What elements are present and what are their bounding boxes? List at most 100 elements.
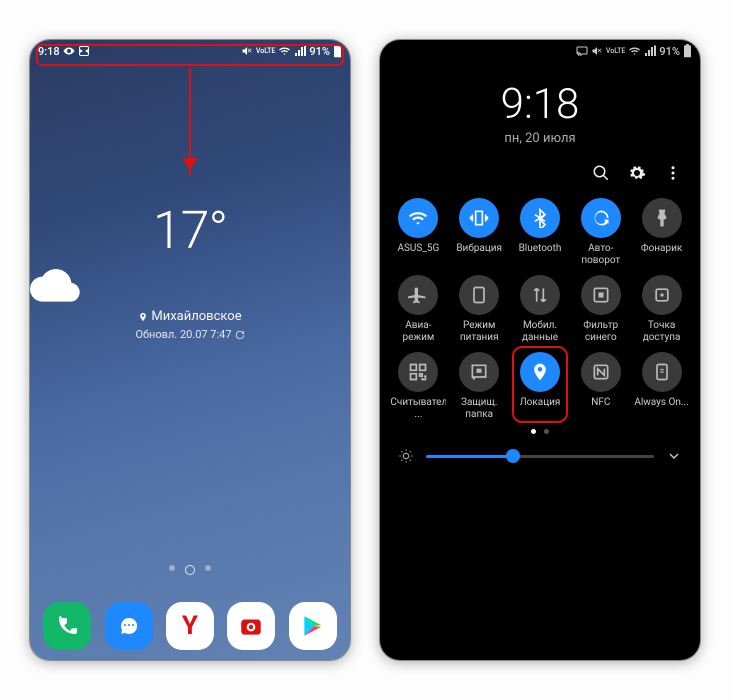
messages-app[interactable] xyxy=(105,602,153,650)
phone-home-screen: 9:18 VoLTE 91% 17° xyxy=(30,40,350,660)
brightness-row xyxy=(380,434,700,464)
status-bar[interactable]: 9:18 VoLTE 91% xyxy=(30,40,350,62)
qs-tile-label: Мобил. данные xyxy=(512,320,568,344)
qs-tile-data[interactable]: Мобил. данные xyxy=(512,275,569,344)
wifi-icon xyxy=(278,45,291,57)
qs-tile-airplane[interactable]: Авиа-режим xyxy=(390,275,447,344)
qs-tile-secure[interactable]: Защищ. папка xyxy=(451,352,508,421)
phone-app[interactable] xyxy=(43,602,91,650)
search-icon[interactable] xyxy=(592,164,610,182)
settings-icon[interactable] xyxy=(628,164,646,182)
qs-tile-label: Считыватель ... xyxy=(390,397,446,421)
wifi-icon xyxy=(628,45,641,57)
qs-tile-label: NFC xyxy=(573,397,629,421)
weather-updated: Обновл. 20.07 7:47 xyxy=(30,328,350,341)
signal-icon xyxy=(644,45,656,57)
qs-tile-label: Режим питания xyxy=(451,320,507,344)
brightness-slider[interactable] xyxy=(426,455,654,458)
location-pin-icon xyxy=(138,312,148,322)
qs-tile-label: Вибрация xyxy=(451,243,507,267)
weather-temperature: 17° xyxy=(30,200,350,261)
qs-tile-wifi[interactable]: ASUS_5G xyxy=(390,198,447,267)
signal-icon xyxy=(294,45,306,57)
qs-tile-bluelight[interactable]: Фильтр синего xyxy=(572,275,629,344)
wifi-icon xyxy=(398,198,438,238)
qs-tile-location[interactable]: Локация xyxy=(512,352,569,421)
qs-tile-label: Авиа-режим xyxy=(390,320,446,344)
qs-tile-label: ASUS_5G xyxy=(390,243,446,267)
cast-icon xyxy=(576,45,588,57)
phone-icon xyxy=(55,614,79,638)
secure-icon xyxy=(459,352,499,392)
refresh-icon xyxy=(235,330,245,340)
swipe-down-arrow-annotation xyxy=(189,68,191,176)
qs-tile-aod[interactable]: Always On... xyxy=(633,352,690,421)
qs-tile-label: Локация xyxy=(512,397,568,421)
battery-percent: 91% xyxy=(659,45,680,58)
vibration-icon xyxy=(459,198,499,238)
camera-icon xyxy=(238,613,264,639)
qs-tile-torch[interactable]: Фонарик xyxy=(633,198,690,267)
brightness-fill xyxy=(426,455,513,458)
data-icon xyxy=(520,275,560,315)
cloud-icon xyxy=(30,269,350,303)
qs-tiles-grid: ASUS_5GВибрацияBluetoothАвто-поворотФона… xyxy=(380,190,700,421)
play-store-icon xyxy=(300,613,326,639)
qs-tile-bluetooth[interactable]: Bluetooth xyxy=(512,198,569,267)
qs-tile-hotspot[interactable]: Точка доступа xyxy=(633,275,690,344)
battery-icon xyxy=(333,44,342,58)
mute-icon xyxy=(241,45,253,57)
qs-tile-power[interactable]: Режим питания xyxy=(451,275,508,344)
bluetooth-icon xyxy=(520,198,560,238)
battery-icon xyxy=(683,44,692,58)
qs-clock: 9:18 пн, 20 июля xyxy=(380,80,700,146)
qs-tile-vibration[interactable]: Вибрация xyxy=(451,198,508,267)
location-icon xyxy=(520,352,560,392)
yandex-logo: Y xyxy=(182,611,198,641)
home-indicator-icon xyxy=(185,565,195,575)
eye-icon xyxy=(63,45,75,57)
camera-app[interactable] xyxy=(227,602,275,650)
expand-icon[interactable] xyxy=(666,448,682,464)
phone-quick-settings: VoLTE 91% 9:18 пн, 20 июля ASUS_5GВибрац… xyxy=(380,40,700,660)
qs-tile-qr[interactable]: Считыватель ... xyxy=(390,352,447,421)
qs-tile-label: Авто-поворот xyxy=(573,243,629,267)
qs-tile-label: Точка доступа xyxy=(634,320,690,344)
yandex-app[interactable]: Y xyxy=(166,602,214,650)
qs-tile-label: Фильтр синего xyxy=(573,320,629,344)
brightness-icon xyxy=(398,448,414,464)
airplane-icon xyxy=(398,275,438,315)
status-bar[interactable]: VoLTE 91% xyxy=(380,40,700,62)
qs-tile-rotate[interactable]: Авто-поворот xyxy=(572,198,629,267)
weather-widget[interactable]: 17° Михайловское Обновл. 20.07 7:47 xyxy=(30,200,350,341)
qs-tile-label: Фонарик xyxy=(634,243,690,267)
battery-percent: 91% xyxy=(309,45,330,58)
qs-tile-label: Защищ. папка xyxy=(451,397,507,421)
bluelight-icon xyxy=(581,275,621,315)
qr-icon xyxy=(398,352,438,392)
torch-icon xyxy=(642,198,682,238)
volte-icon: VoLTE xyxy=(606,48,625,55)
hotspot-icon xyxy=(642,275,682,315)
qs-tile-label: Always On... xyxy=(634,397,690,421)
qs-tile-nfc[interactable]: NFC xyxy=(572,352,629,421)
nfc-icon xyxy=(581,352,621,392)
rotate-icon xyxy=(581,198,621,238)
app-dock: Y xyxy=(30,602,350,650)
mute-icon xyxy=(591,45,603,57)
weather-location: Михайловское xyxy=(30,309,350,324)
message-icon xyxy=(117,614,141,638)
teamviewer-icon xyxy=(78,45,90,57)
more-icon[interactable] xyxy=(664,164,682,182)
volte-icon: VoLTE xyxy=(256,48,275,55)
aod-icon xyxy=(642,352,682,392)
power-icon xyxy=(459,275,499,315)
qs-date: пн, 20 июля xyxy=(380,131,700,146)
qs-time: 9:18 xyxy=(380,80,700,129)
play-store-app[interactable] xyxy=(289,602,337,650)
home-page-indicator[interactable] xyxy=(30,565,350,575)
statusbar-time: 9:18 xyxy=(38,45,60,58)
qs-action-row xyxy=(380,146,700,190)
brightness-thumb[interactable] xyxy=(506,449,520,463)
qs-tile-label: Bluetooth xyxy=(512,243,568,267)
